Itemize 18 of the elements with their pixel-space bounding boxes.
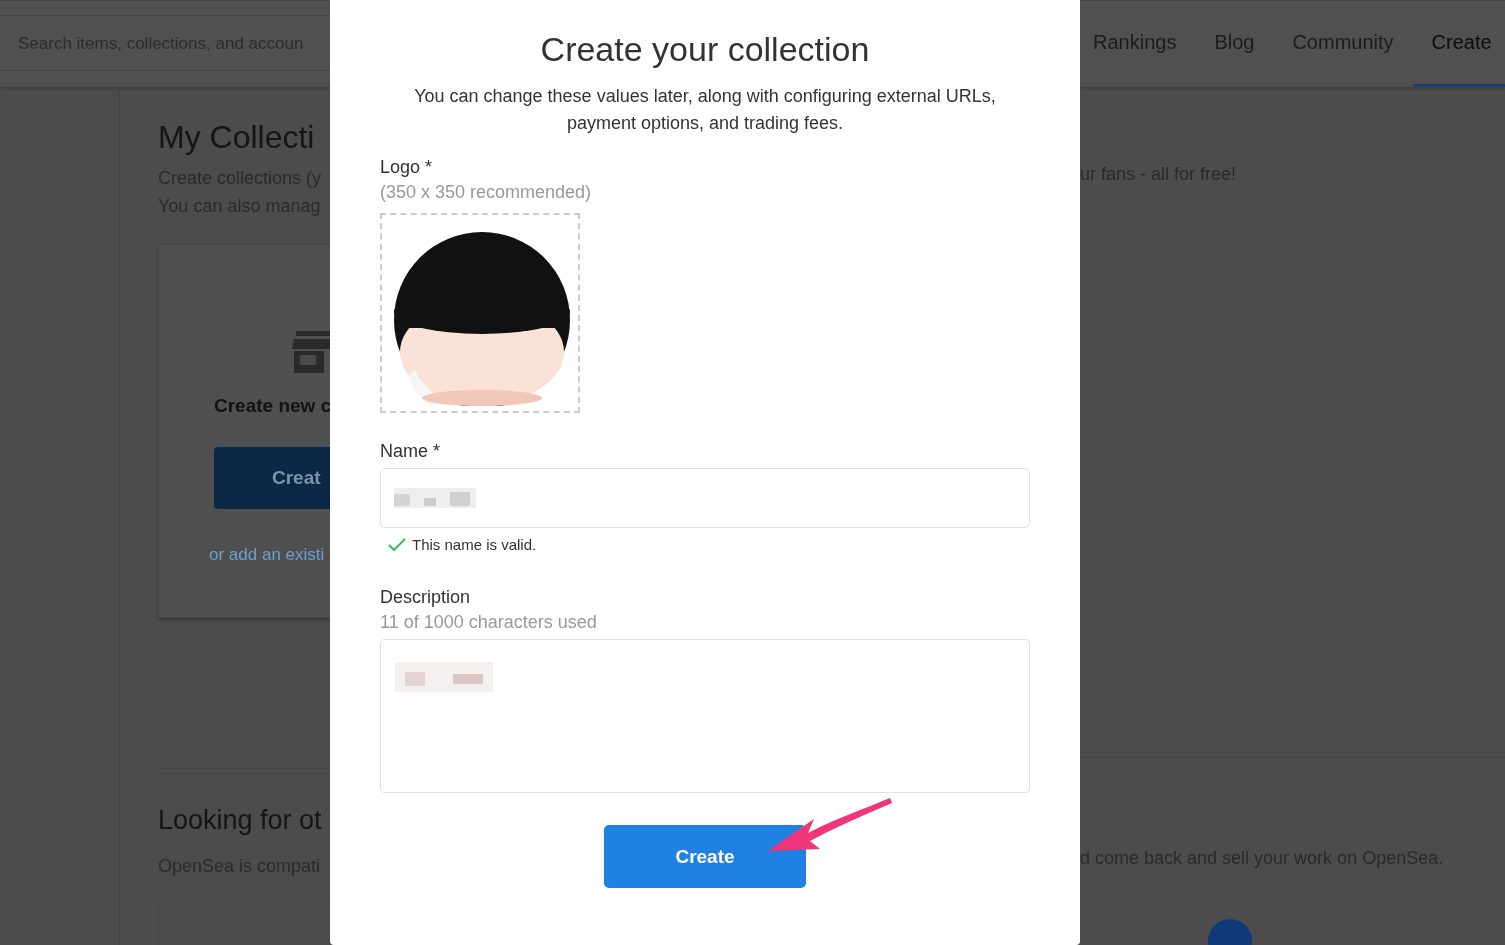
description-field[interactable] [380, 639, 1030, 793]
character-count: 11 of 1000 characters used [380, 612, 597, 633]
create-button[interactable]: Creat [214, 447, 330, 509]
section-title: Looking for ot [158, 805, 323, 836]
dialog-title: Create your collection [540, 30, 870, 69]
logo-hint: (350 x 350 recommended) [380, 182, 592, 203]
logo-label: Logo * [380, 157, 433, 178]
name-label: Name * [380, 441, 441, 462]
description-label: Description [380, 587, 471, 608]
validation-message: This name is valid. [412, 536, 537, 553]
nav-tab[interactable]: Create [1412, 1, 1505, 87]
name-field[interactable] [380, 468, 1030, 528]
create-button[interactable]: Create [604, 825, 806, 888]
dialog-subtitle: You can change these values later, along with configuring external URLs, payment options, and trading fees. [413, 85, 997, 135]
card-heading: Create new c [214, 395, 330, 417]
check-icon [388, 537, 406, 552]
add-existing-link[interactable]: or add an existi [209, 545, 325, 565]
page-title: My Collecti [158, 119, 316, 156]
